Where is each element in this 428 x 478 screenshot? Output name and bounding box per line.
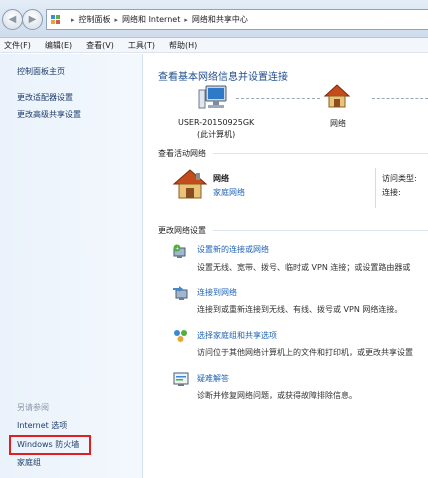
- menu-view[interactable]: 查看(V): [86, 40, 114, 51]
- menu-edit[interactable]: 编辑(E): [45, 40, 72, 51]
- connect-to-network-link[interactable]: 连接到网络: [197, 287, 237, 298]
- left-pane: 控制面板主页 更改适配器设置 更改高级共享设置 另请参阅 Internet 选项…: [0, 54, 143, 478]
- home-network-icon: [172, 169, 208, 199]
- new-connection-icon: +: [173, 244, 186, 258]
- access-type-label: 访问类型:: [382, 174, 417, 183]
- connect-to-network-desc: 连接到或重新连接到无线、有线、拨号或 VPN 网络连接。: [197, 305, 403, 314]
- computer-icon: [198, 85, 227, 109]
- map-connection-line-internet: [372, 98, 428, 99]
- highlight-box: [9, 435, 91, 455]
- menu-file[interactable]: 文件(F): [4, 40, 31, 51]
- control-panel-home-link[interactable]: 控制面板主页: [17, 66, 65, 77]
- back-button[interactable]: ◀: [2, 9, 23, 30]
- homegroup-link[interactable]: 家庭组: [17, 457, 41, 468]
- map-connection-line: [236, 98, 320, 99]
- breadcrumb-separator-icon[interactable]: ▸: [184, 16, 188, 24]
- change-adapter-settings-link[interactable]: 更改适配器设置: [17, 92, 73, 103]
- section-divider: [213, 230, 428, 231]
- connection-label: 连接:: [382, 188, 401, 197]
- change-settings-heading: 更改网络设置: [158, 226, 206, 235]
- svg-text:+: +: [175, 246, 179, 252]
- network-map-label: 网络: [330, 119, 346, 128]
- homegroup-sharing-options-link[interactable]: 选择家庭组和共享选项: [197, 330, 277, 341]
- forward-button[interactable]: ▶: [22, 9, 43, 30]
- menu-bar: 文件(F) 编辑(E) 查看(V) 工具(T) 帮助(H): [0, 38, 428, 53]
- see-also-title: 另请参阅: [17, 403, 49, 412]
- breadcrumb-network-internet[interactable]: 网络和 Internet: [122, 14, 180, 25]
- breadcrumb-network-sharing-center[interactable]: 网络和共享中心: [192, 14, 248, 25]
- active-networks-heading: 查看活动网络: [158, 149, 206, 158]
- computer-sub-label: (此计算机): [197, 130, 236, 139]
- homegroup-sharing-icon: [174, 330, 187, 342]
- change-advanced-sharing-link[interactable]: 更改高级共享设置: [17, 109, 81, 120]
- address-bar: ◀ ▶ ▸ 控制面板 ▸ 网络和 Internet ▸ 网络和共享中心: [0, 0, 428, 38]
- troubleshoot-desc: 诊断并修复网络问题，或获得故障排除信息。: [197, 391, 357, 400]
- troubleshoot-link[interactable]: 疑难解答: [197, 373, 229, 384]
- setup-new-connection-link[interactable]: 设置新的连接或网络: [197, 244, 269, 255]
- address-box[interactable]: ▸ 控制面板 ▸ 网络和 Internet ▸ 网络和共享中心: [46, 9, 428, 30]
- page-title: 查看基本网络信息并设置连接: [158, 72, 288, 83]
- section-divider: [213, 153, 428, 154]
- setup-new-connection-desc: 设置无线、宽带、拨号、临时或 VPN 连接；或设置路由器或: [197, 263, 411, 272]
- vertical-divider: [375, 168, 376, 208]
- computer-name: USER-20150925GK: [178, 118, 255, 127]
- troubleshoot-icon: [173, 372, 189, 386]
- breadcrumb-separator-icon[interactable]: ▸: [115, 16, 119, 24]
- active-network-name: 网络: [213, 174, 229, 183]
- homegroup-sharing-options-desc: 访问位于其他网络计算机上的文件和打印机，或更改共享设置: [197, 348, 413, 357]
- menu-tools[interactable]: 工具(T): [128, 40, 155, 51]
- control-panel-icon: [51, 14, 62, 25]
- network-type-link[interactable]: 家庭网络: [213, 187, 245, 198]
- breadcrumb-control-panel[interactable]: 控制面板: [79, 14, 111, 25]
- internet-options-link[interactable]: Internet 选项: [17, 420, 67, 431]
- network-house-icon[interactable]: [323, 83, 351, 109]
- connect-to-network-icon: [173, 286, 188, 300]
- menu-help[interactable]: 帮助(H): [169, 40, 197, 51]
- history-arrow-icon[interactable]: ▸: [71, 16, 75, 24]
